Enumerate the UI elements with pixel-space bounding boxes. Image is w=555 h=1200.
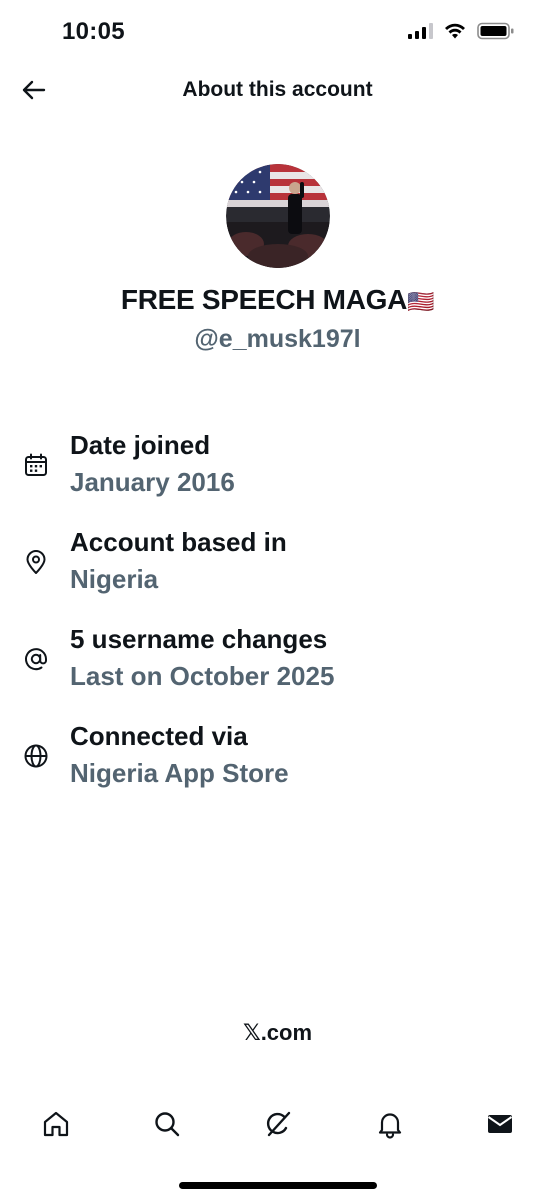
info-value: Last on October 2025 [70, 661, 335, 691]
at-sign-icon [22, 645, 50, 673]
battery-icon [477, 22, 514, 40]
info-label: Account based in [70, 527, 287, 557]
info-label: 5 username changes [70, 624, 328, 654]
info-value: Nigeria App Store [70, 758, 289, 788]
notifications-bell-icon [378, 1113, 402, 1139]
brand-suffix: .com [260, 1020, 313, 1045]
tab-grok[interactable] [260, 1106, 296, 1142]
status-icons [408, 22, 515, 40]
avatar[interactable] [226, 164, 330, 268]
info-label: Date joined [70, 430, 211, 460]
home-icon [43, 1111, 69, 1137]
x-com-brand-link[interactable]: 𝕏.com [0, 1020, 555, 1046]
search-icon [155, 1112, 180, 1137]
grok-icon [266, 1111, 291, 1137]
x-logo-icon: 𝕏 [242, 1021, 261, 1046]
info-value: Nigeria [70, 564, 159, 594]
calendar-icon [22, 451, 50, 479]
tab-home[interactable] [38, 1106, 74, 1142]
info-connected-via: Connected via Nigeria App Store [0, 719, 555, 816]
info-label: Connected via [70, 721, 248, 751]
globe-icon [22, 742, 50, 770]
tab-search[interactable] [149, 1106, 185, 1142]
messages-envelope-icon [487, 1115, 513, 1133]
tab-notifications[interactable] [372, 1106, 408, 1142]
home-indicator[interactable] [179, 1182, 377, 1189]
wifi-icon [445, 23, 465, 39]
info-date-joined: Date joined January 2016 [0, 428, 555, 525]
tab-messages[interactable] [482, 1106, 518, 1142]
display-name: FREE SPEECH MAGA🇺🇸 [0, 284, 555, 316]
location-pin-icon [22, 548, 50, 576]
header-bar: About this account [0, 66, 555, 114]
status-time: 10:05 [62, 18, 125, 45]
user-handle: @e_musk197l [194, 325, 361, 353]
page-title: About this account [182, 78, 373, 101]
info-account-based-in: Account based in Nigeria [0, 525, 555, 622]
cellular-signal-icon [408, 23, 433, 39]
account-info-list: Date joined January 2016 Account based i… [0, 428, 555, 816]
display-name-text: FREE SPEECH MAGA [120, 284, 408, 315]
info-value: January 2016 [70, 467, 235, 497]
us-flag-emoji: 🇺🇸 [407, 289, 435, 314]
info-username-changes: 5 username changes Last on October 2025 [0, 622, 555, 719]
bottom-tab-bar [0, 1098, 555, 1150]
status-bar: 10:05 [0, 0, 555, 66]
